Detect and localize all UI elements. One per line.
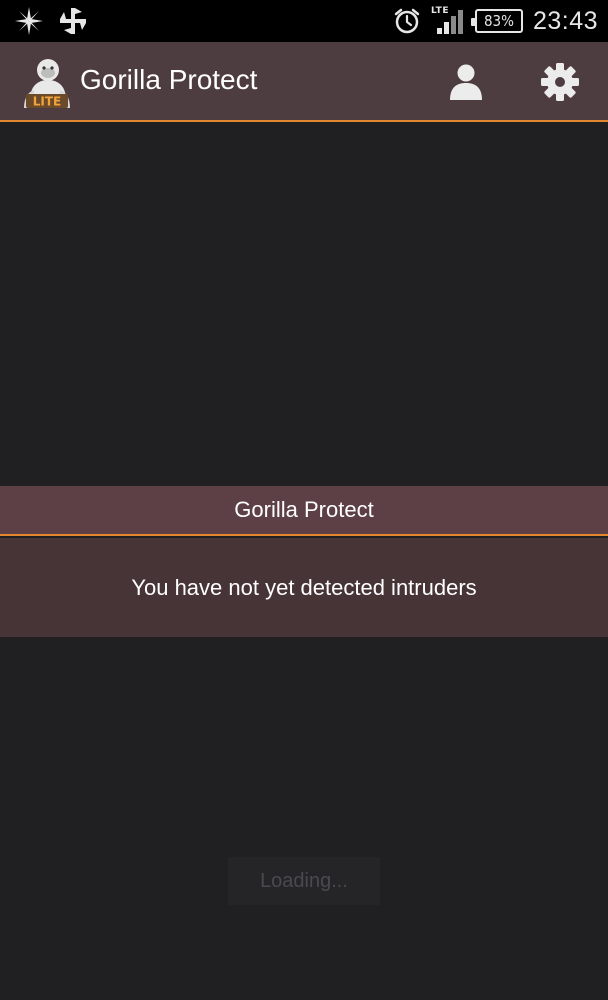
alarm-clock-icon [394,8,420,34]
battery-percent: 83% [483,12,514,30]
lite-badge: LITE [33,95,62,109]
status-clock: 23:43 [532,6,598,35]
settings-gear-icon [541,63,579,101]
cross-arrows-icon [60,8,86,34]
loading-label: Loading... [260,869,348,892]
profile-button[interactable] [444,60,488,104]
settings-button[interactable] [538,60,582,104]
profile-icon [450,64,482,100]
dialog-body: You have not yet detected intruders [0,538,608,637]
signal-icon [436,10,463,34]
status-bar-left [14,6,88,36]
pinwheel-icon [15,7,43,35]
signal-strength: LTE [431,6,465,36]
action-bar: LITE Gorilla Protect [0,42,608,122]
status-bar: LTE 83% 23:43 [0,0,608,42]
dialog-message: You have not yet detected intruders [131,574,477,600]
app-title: Gorilla Protect [80,64,258,95]
dialog-title: Gorilla Protect [234,497,374,522]
status-bar-right: LTE 83% 23:43 [393,4,598,38]
gorilla-logo: LITE [24,59,70,109]
dialog-header: Gorilla Protect [0,486,608,536]
loading-indicator: Loading... [228,857,380,905]
battery-icon: 83% [470,9,523,33]
